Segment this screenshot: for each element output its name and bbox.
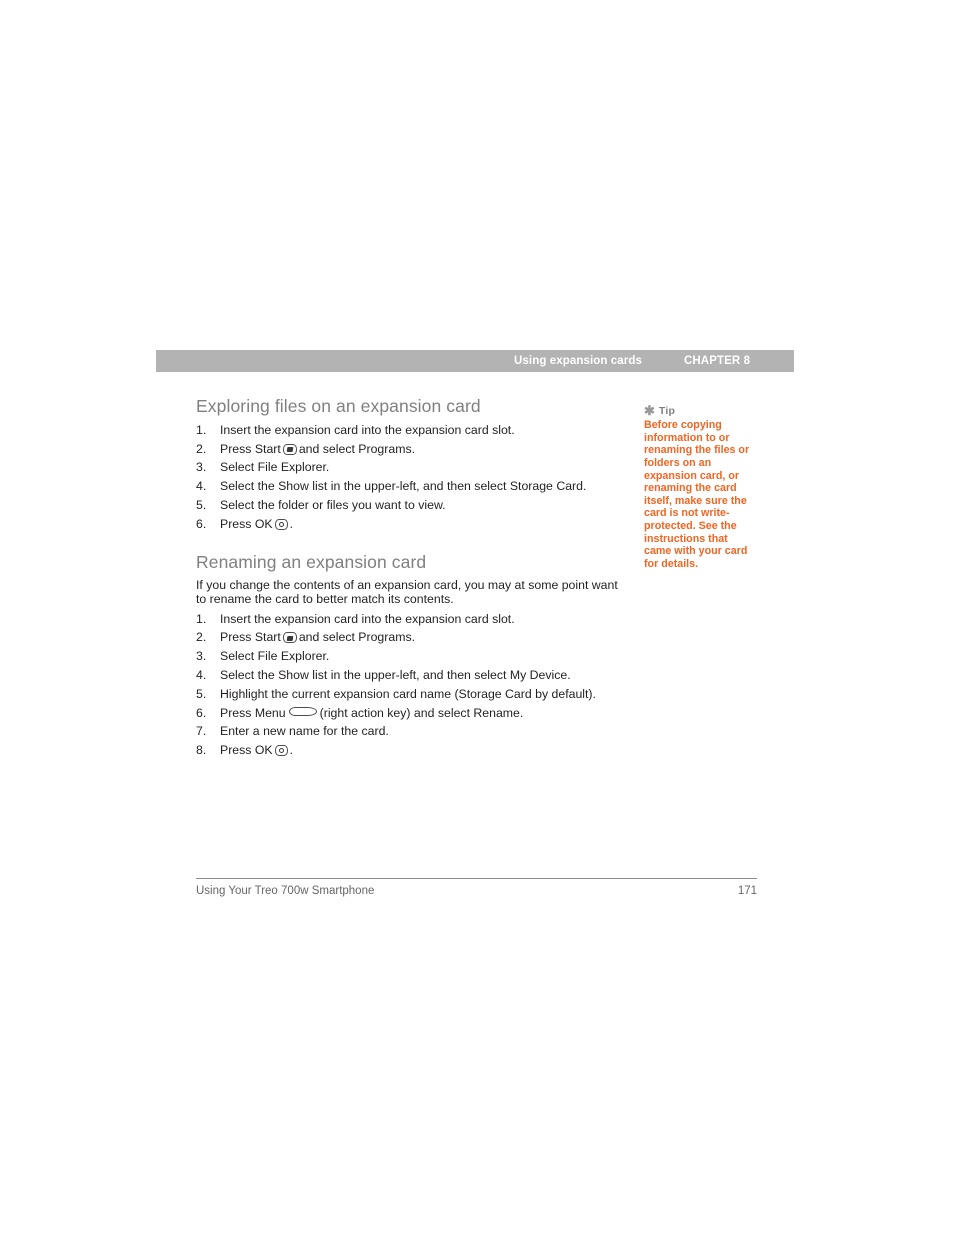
running-header-title: Using expansion cards	[514, 355, 642, 367]
list-item: 1. Insert the expansion card into the exp…	[196, 423, 622, 437]
step-number: 6.	[196, 516, 207, 531]
running-header-chapter: CHAPTER 8	[684, 355, 751, 367]
step-text: Press Start	[220, 630, 281, 645]
steps-list-renaming: 1. Insert the expansion card into the exp…	[196, 612, 622, 758]
list-item: 7. Enter a new name for the card.	[196, 724, 622, 738]
step-number: 5.	[196, 497, 207, 512]
list-item: 6. Press OK.	[196, 517, 622, 531]
footer-page-number: 171	[737, 885, 757, 897]
step-text: Select the Show list in the upper-left, …	[220, 479, 587, 494]
step-number: 3.	[196, 649, 207, 664]
steps-list-exploring: 1. Insert the expansion card into the exp…	[196, 423, 622, 531]
running-header: Using expansion cards CHAPTER 8	[156, 350, 794, 372]
step-text-tail: .	[289, 743, 294, 758]
list-item: 8. Press OK.	[196, 743, 622, 757]
page-title: Exploring files on an expansion card	[196, 396, 481, 416]
step-text: Enter a new name for the card.	[220, 724, 389, 739]
list-item: 4. Select the Show list in the upper-left…	[196, 479, 622, 493]
step-text: Press OK	[220, 743, 273, 758]
step-text: Select File Explorer.	[220, 649, 330, 664]
start-key-icon	[282, 632, 297, 644]
list-item: 2. Press Start and select Programs.	[196, 442, 622, 456]
step-text: Select File Explorer.	[220, 460, 330, 475]
list-item: 4. Select the Show list in the upper-left…	[196, 668, 622, 682]
step-text: Highlight the current expansion card nam…	[220, 686, 596, 701]
list-item: 6. Press Menu (right action key) and selec…	[196, 706, 622, 720]
step-number: 2.	[196, 630, 207, 645]
main-content-column: Exploring files on an expansion card 1. I…	[196, 396, 622, 762]
tip-header: ✱ Tip	[644, 404, 756, 417]
step-text: Select the Show list in the upper-left, …	[220, 668, 571, 682]
step-text: Press OK	[220, 516, 273, 531]
step-number: 1.	[196, 422, 207, 437]
step-number: 4.	[196, 479, 207, 494]
step-text-tail: (right action key) and select Rename.	[319, 705, 524, 720]
step-text: Press Start	[220, 441, 281, 456]
tip-label: Tip	[658, 404, 676, 417]
step-text: Select the folder or files you want to v…	[220, 497, 446, 512]
list-item: 3. Select File Explorer.	[196, 460, 622, 474]
step-number: 7.	[196, 724, 207, 739]
asterisk-icon: ✱	[644, 403, 655, 418]
list-item: 5. Select the folder or files you want to…	[196, 498, 622, 512]
list-item: 5. Highlight the current expansion card n…	[196, 687, 622, 701]
step-number: 6.	[196, 705, 207, 720]
step-number: 8.	[196, 743, 207, 758]
step-text-tail: .	[289, 516, 294, 531]
step-number: 4.	[196, 668, 207, 682]
start-key-icon	[282, 443, 297, 455]
ok-key-icon	[274, 518, 288, 530]
step-text: Insert the expansion card into the expan…	[220, 611, 515, 626]
list-item: 1. Insert the expansion card into the exp…	[196, 612, 622, 626]
intro-paragraph: If you change the contents of an expansi…	[196, 577, 618, 607]
step-text-tail: and select Programs.	[298, 441, 416, 456]
tip-body-text: Before copying information to or renamin…	[644, 419, 750, 570]
step-text-tail: and select Programs.	[298, 630, 416, 645]
step-number: 1.	[196, 611, 207, 626]
menu-key-icon	[288, 706, 317, 716]
section-title-renaming: Renaming an expansion card	[196, 552, 427, 573]
page-footer: Using Your Treo 700w Smartphone 171	[196, 878, 757, 897]
tip-sidebar: ✱ Tip Before copying information to or r…	[644, 404, 756, 571]
step-number: 5.	[196, 686, 207, 701]
step-number: 3.	[196, 460, 207, 475]
list-item: 3. Select File Explorer.	[196, 649, 622, 663]
step-text: Insert the expansion card into the expan…	[220, 422, 515, 437]
list-item: 2. Press Start and select Programs.	[196, 630, 622, 644]
footer-book-title: Using Your Treo 700w Smartphone	[196, 885, 375, 897]
step-number: 2.	[196, 441, 207, 456]
step-text: Press Menu	[220, 705, 286, 720]
ok-key-icon	[274, 745, 288, 757]
